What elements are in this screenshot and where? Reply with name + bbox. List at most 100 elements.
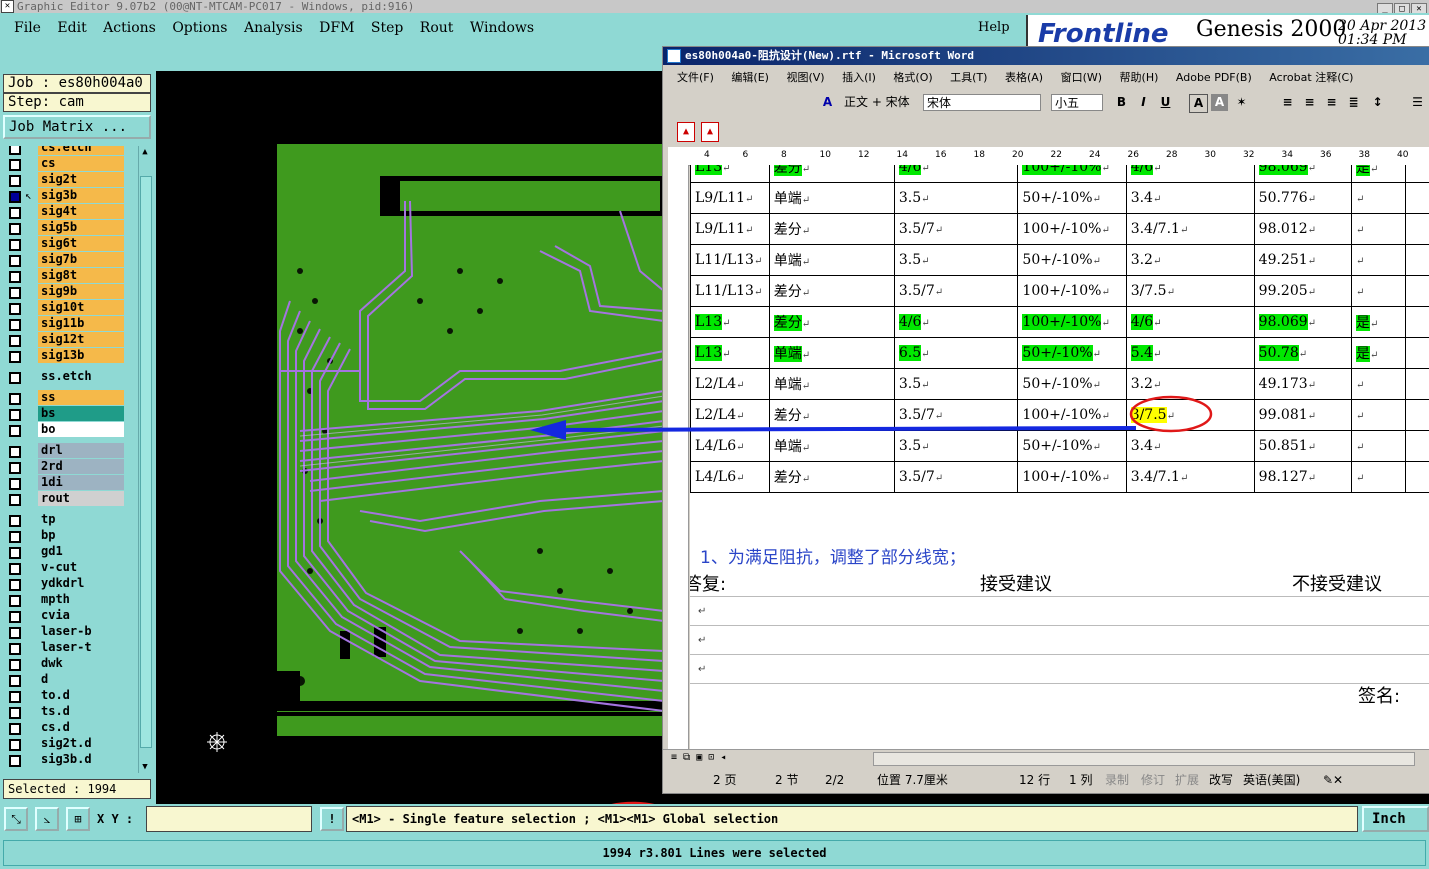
layer-checkbox[interactable] <box>9 579 21 591</box>
table-cell[interactable]: 4/6↵ <box>1125 306 1255 338</box>
line-spacing-icon[interactable]: ↕ <box>1369 94 1386 111</box>
layer-name[interactable]: ydkdrl <box>38 576 124 591</box>
layer-checkbox[interactable] <box>9 175 21 187</box>
layer-checkbox[interactable] <box>9 146 21 155</box>
table-cell[interactable]: 3.5↵ <box>893 182 1019 214</box>
table-cell[interactable]: 6.5↵ <box>893 337 1019 369</box>
table-cell[interactable]: 差分↵ <box>768 275 895 307</box>
layer-checkbox[interactable] <box>9 547 21 559</box>
layer-checkbox[interactable] <box>9 595 21 607</box>
layer-checkbox[interactable] <box>9 255 21 267</box>
word-menu-help[interactable]: 帮助(H) <box>1120 71 1159 84</box>
table-cell[interactable]: 3.4↵ <box>1125 430 1255 462</box>
menu-step[interactable]: Step <box>371 20 403 36</box>
layer-name[interactable]: sig3b.d <box>38 752 124 767</box>
word-menu-format[interactable]: 格式(O) <box>893 71 932 84</box>
layer-name[interactable]: bs <box>38 406 124 421</box>
layer-name[interactable]: sig6t <box>38 236 124 251</box>
table-cell[interactable]: 差分↵ <box>768 213 895 245</box>
layer-row[interactable]: sig10t <box>4 300 124 316</box>
layer-name[interactable]: sig13b <box>38 348 124 363</box>
styles-icon[interactable]: A <box>819 94 836 111</box>
layer-checkbox[interactable] <box>9 691 21 703</box>
table-cell[interactable]: 差分↵ <box>768 306 895 338</box>
layer-checkbox[interactable] <box>9 462 21 474</box>
layer-row[interactable]: sig4t <box>4 204 124 220</box>
layer-checkbox[interactable] <box>9 319 21 331</box>
layer-checkbox[interactable] <box>9 409 21 421</box>
layer-checkbox[interactable] <box>9 191 21 203</box>
layer-checkbox[interactable] <box>9 515 21 527</box>
align-left-icon[interactable]: ≡ <box>1279 94 1296 111</box>
word-menu-edit[interactable]: 编辑(E) <box>731 71 769 84</box>
layer-row[interactable]: drl <box>4 443 124 459</box>
layer-scrollbar[interactable]: ▲ ▼ <box>138 146 152 773</box>
bold-icon[interactable]: B <box>1113 94 1130 111</box>
layer-name[interactable]: gd1 <box>38 544 124 559</box>
layer-row[interactable]: sig8t <box>4 268 124 284</box>
units-select[interactable]: Inch <box>1362 806 1429 832</box>
layer-name[interactable]: cs.d <box>38 720 124 735</box>
layer-row[interactable]: laser-b <box>4 624 124 640</box>
table-cell[interactable]: 5.4↵ <box>1125 337 1255 369</box>
layer-name[interactable]: tp <box>38 512 124 527</box>
grid-tool-icon[interactable]: ⊞ <box>66 807 90 831</box>
table-cell[interactable]: 4/6↵ <box>1125 165 1255 183</box>
layer-name[interactable]: ss.etch <box>38 369 124 384</box>
layer-row[interactable]: d <box>4 672 124 688</box>
table-cell[interactable]: 单端↵ <box>768 244 895 276</box>
layer-name[interactable]: d <box>38 672 124 687</box>
table-cell[interactable]: 单端↵ <box>768 337 895 369</box>
table-cell[interactable]: 100+/-10%↵ <box>1017 399 1127 431</box>
layer-name[interactable]: sig11b <box>38 316 124 331</box>
layer-checkbox[interactable] <box>9 223 21 235</box>
status-trk[interactable]: 修订 <box>1141 769 1165 791</box>
layer-name[interactable]: ss <box>38 390 124 405</box>
font-border-icon[interactable]: A <box>1189 94 1208 113</box>
layer-checkbox[interactable] <box>9 287 21 299</box>
table-cell[interactable]: 3.4/7.1↵ <box>1125 461 1255 493</box>
layer-row[interactable]: cvia <box>4 608 124 624</box>
menu-file[interactable]: File <box>14 20 41 36</box>
layer-checkbox[interactable] <box>9 627 21 639</box>
layer-checkbox[interactable] <box>9 659 21 671</box>
layer-row[interactable]: ydkdrl <box>4 576 124 592</box>
layer-checkbox[interactable] <box>9 271 21 283</box>
table-cell[interactable]: L9/L11↵ <box>690 213 770 245</box>
table-cell[interactable]: 49.173↵ <box>1253 368 1353 400</box>
underline-icon[interactable]: U <box>1157 94 1174 111</box>
table-cell[interactable]: 3.5/7↵ <box>893 213 1019 245</box>
char-scale-icon[interactable]: ✶ <box>1233 94 1250 111</box>
layer-name[interactable]: to.d <box>38 688 124 703</box>
table-cell[interactable]: 差分↵ <box>768 399 895 431</box>
layer-row[interactable]: tp <box>4 512 124 528</box>
size-select[interactable]: 小五 <box>1051 94 1103 111</box>
table-cell[interactable]: 50+/-10%↵ <box>1017 430 1127 462</box>
xy-input[interactable] <box>146 806 312 832</box>
layer-checkbox[interactable] <box>9 159 21 171</box>
layer-row[interactable]: dwk <box>4 656 124 672</box>
scroll-down-icon[interactable]: ▼ <box>139 761 151 773</box>
table-cell[interactable]: 100+/-10%↵ <box>1017 461 1127 493</box>
status-ext[interactable]: 扩展 <box>1175 769 1199 791</box>
layer-row[interactable]: mpth <box>4 592 124 608</box>
pdf-email-icon[interactable]: ▲ <box>701 122 719 142</box>
layer-checkbox[interactable] <box>9 303 21 315</box>
layer-name[interactable]: sig8t <box>38 268 124 283</box>
vertical-ruler[interactable] <box>668 165 689 749</box>
table-cell[interactable]: ↵ <box>1351 399 1406 431</box>
table-cell[interactable]: 3.5/7↵ <box>893 275 1019 307</box>
table-cell[interactable]: 98.127↵ <box>1253 461 1353 493</box>
layer-row[interactable]: ss.etch <box>4 369 124 385</box>
table-cell[interactable]: L9/L11↵ <box>690 182 770 214</box>
zoom-tool-icon[interactable]: ⤡ <box>4 807 28 831</box>
pcb-canvas[interactable] <box>160 71 664 804</box>
menu-windows[interactable]: Windows <box>470 20 534 36</box>
table-cell[interactable]: L4/L6↵ <box>690 461 770 493</box>
scroll-thumb[interactable] <box>140 176 152 748</box>
layer-row[interactable]: gd1 <box>4 544 124 560</box>
table-cell[interactable]: ↵ <box>1351 244 1406 276</box>
layer-row[interactable]: 1di <box>4 475 124 491</box>
style-select[interactable]: 正文 + 宋体 <box>841 94 913 111</box>
table-cell[interactable]: 4/6↵ <box>893 306 1019 338</box>
